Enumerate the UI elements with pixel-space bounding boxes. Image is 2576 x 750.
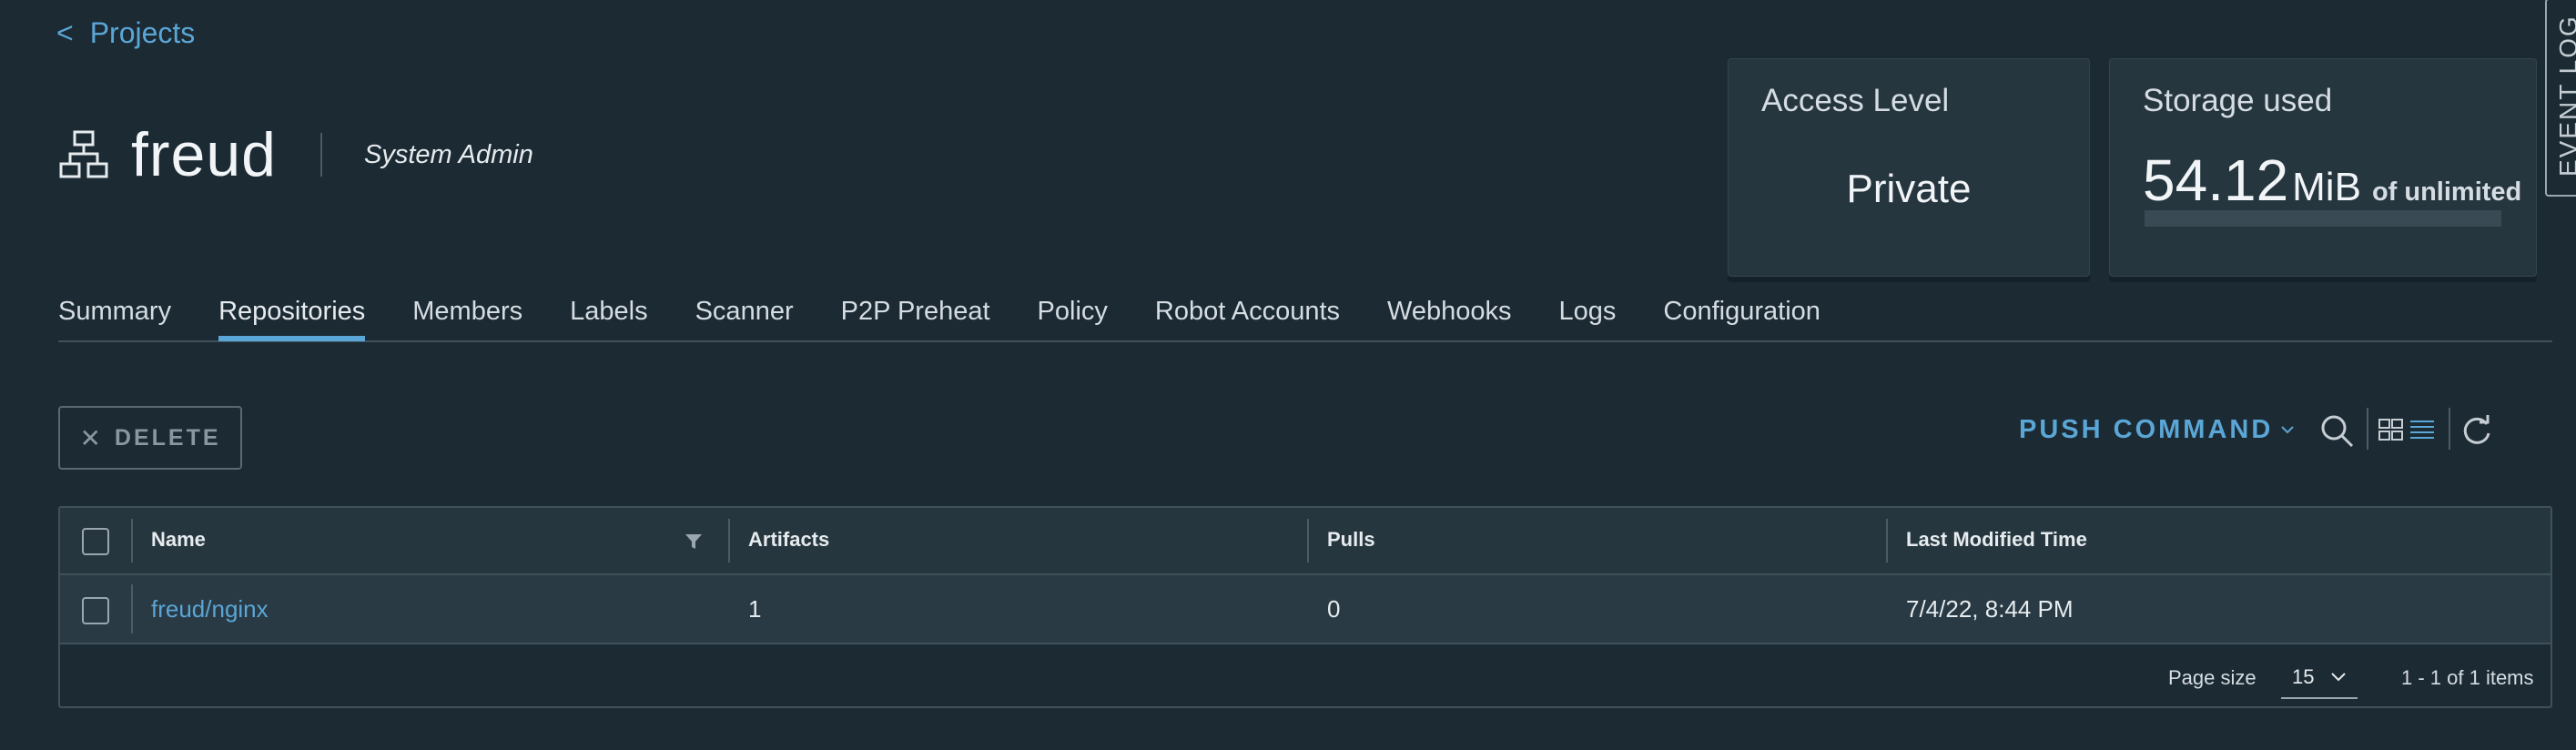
repository-name-link[interactable]: freud/nginx: [151, 595, 269, 623]
page-size-label: Page size: [2168, 666, 2257, 689]
last-modified-time: 7/4/22, 8:44 PM: [1906, 595, 2074, 623]
storage-progress-bar: [2145, 210, 2501, 227]
project-hierarchy-icon: [59, 130, 108, 178]
storage-value: 54.12 MiB of unlimited: [2143, 147, 2521, 214]
refresh-icon[interactable]: [2459, 413, 2494, 448]
tab-configuration[interactable]: Configuration: [1663, 293, 1820, 339]
close-icon: ✕: [79, 423, 104, 452]
page-size-select[interactable]: 15: [2281, 657, 2358, 699]
column-header-pulls[interactable]: Pulls: [1327, 528, 1375, 552]
push-command-label: PUSH COMMAND: [2019, 414, 2274, 444]
tab-p2p-preheat[interactable]: P2P Preheat: [841, 293, 990, 339]
select-all-checkbox[interactable]: [82, 528, 109, 555]
artifacts-count: 1: [748, 595, 762, 623]
project-name: freud: [131, 120, 277, 189]
breadcrumb-projects-link[interactable]: < Projects: [56, 16, 195, 50]
access-level-value: Private: [1846, 167, 1972, 211]
chevron-down-icon: [2281, 426, 2294, 434]
delete-button[interactable]: ✕ DELETE: [58, 406, 242, 470]
project-role: System Admin: [364, 139, 533, 169]
access-level-title: Access Level: [1761, 83, 1950, 118]
storage-amount: 54.12: [2143, 147, 2289, 213]
pagination-summary: 1 - 1 of 1 items: [2401, 666, 2534, 689]
tab-labels[interactable]: Labels: [570, 293, 647, 339]
storage-used-card: Storage used 54.12 MiB of unlimited: [2109, 58, 2537, 277]
chevron-down-icon: [2331, 673, 2347, 682]
access-level-card: Access Level Private: [1728, 58, 2090, 277]
tab-policy[interactable]: Policy: [1038, 293, 1108, 339]
column-header-name[interactable]: Name: [151, 528, 206, 552]
tab-repositories[interactable]: Repositories: [218, 293, 366, 341]
pulls-count: 0: [1327, 595, 1341, 623]
toolbar-divider: [2449, 408, 2450, 450]
toolbar-divider: [2367, 408, 2368, 450]
column-separator: [728, 519, 730, 562]
breadcrumb-label: Projects: [89, 16, 196, 49]
list-view-icon[interactable]: [2409, 417, 2436, 442]
tab-webhooks[interactable]: Webhooks: [1387, 293, 1512, 339]
push-command-dropdown[interactable]: PUSH COMMAND: [2019, 411, 2295, 448]
table-header: Name Artifacts Pulls Last Modified Time: [60, 508, 2551, 575]
row-select-checkbox[interactable]: [82, 597, 109, 624]
project-header: freud System Admin: [58, 113, 533, 197]
delete-label: DELETE: [114, 424, 221, 451]
title-divider: [320, 133, 322, 177]
event-log-label: EVENT LOG: [2554, 15, 2576, 177]
tab-scanner[interactable]: Scanner: [695, 293, 794, 339]
table-footer: Page size 15 1 - 1 of 1 items: [60, 643, 2551, 706]
column-separator: [131, 519, 133, 562]
page-size-value: 15: [2292, 665, 2315, 688]
storage-used-title: Storage used: [2143, 83, 2333, 118]
tab-members[interactable]: Members: [412, 293, 522, 339]
tab-summary[interactable]: Summary: [58, 293, 171, 339]
project-tabs: Summary Repositories Members Labels Scanner P…: [58, 293, 2552, 342]
tab-logs[interactable]: Logs: [1559, 293, 1617, 339]
table-row: freud/nginx 1 0 7/4/22, 8:44 PM: [60, 575, 2551, 644]
event-log-tab[interactable]: EVENT LOG: [2545, 0, 2576, 197]
search-icon[interactable]: [2319, 413, 2356, 450]
storage-limit: of unlimited: [2371, 177, 2522, 207]
card-view-icon[interactable]: [2378, 417, 2405, 442]
repositories-datagrid: Name Artifacts Pulls Last Modified Time …: [58, 506, 2552, 708]
storage-unit: MiB: [2292, 165, 2361, 209]
back-caret-icon: <: [56, 16, 74, 49]
column-separator: [1307, 519, 1309, 562]
column-header-artifacts[interactable]: Artifacts: [748, 528, 829, 552]
column-separator: [1886, 519, 1888, 562]
filter-icon[interactable]: [685, 533, 703, 550]
tab-robot-accounts[interactable]: Robot Accounts: [1155, 293, 1340, 339]
column-separator: [131, 584, 133, 633]
column-header-last-modified[interactable]: Last Modified Time: [1906, 528, 2087, 552]
